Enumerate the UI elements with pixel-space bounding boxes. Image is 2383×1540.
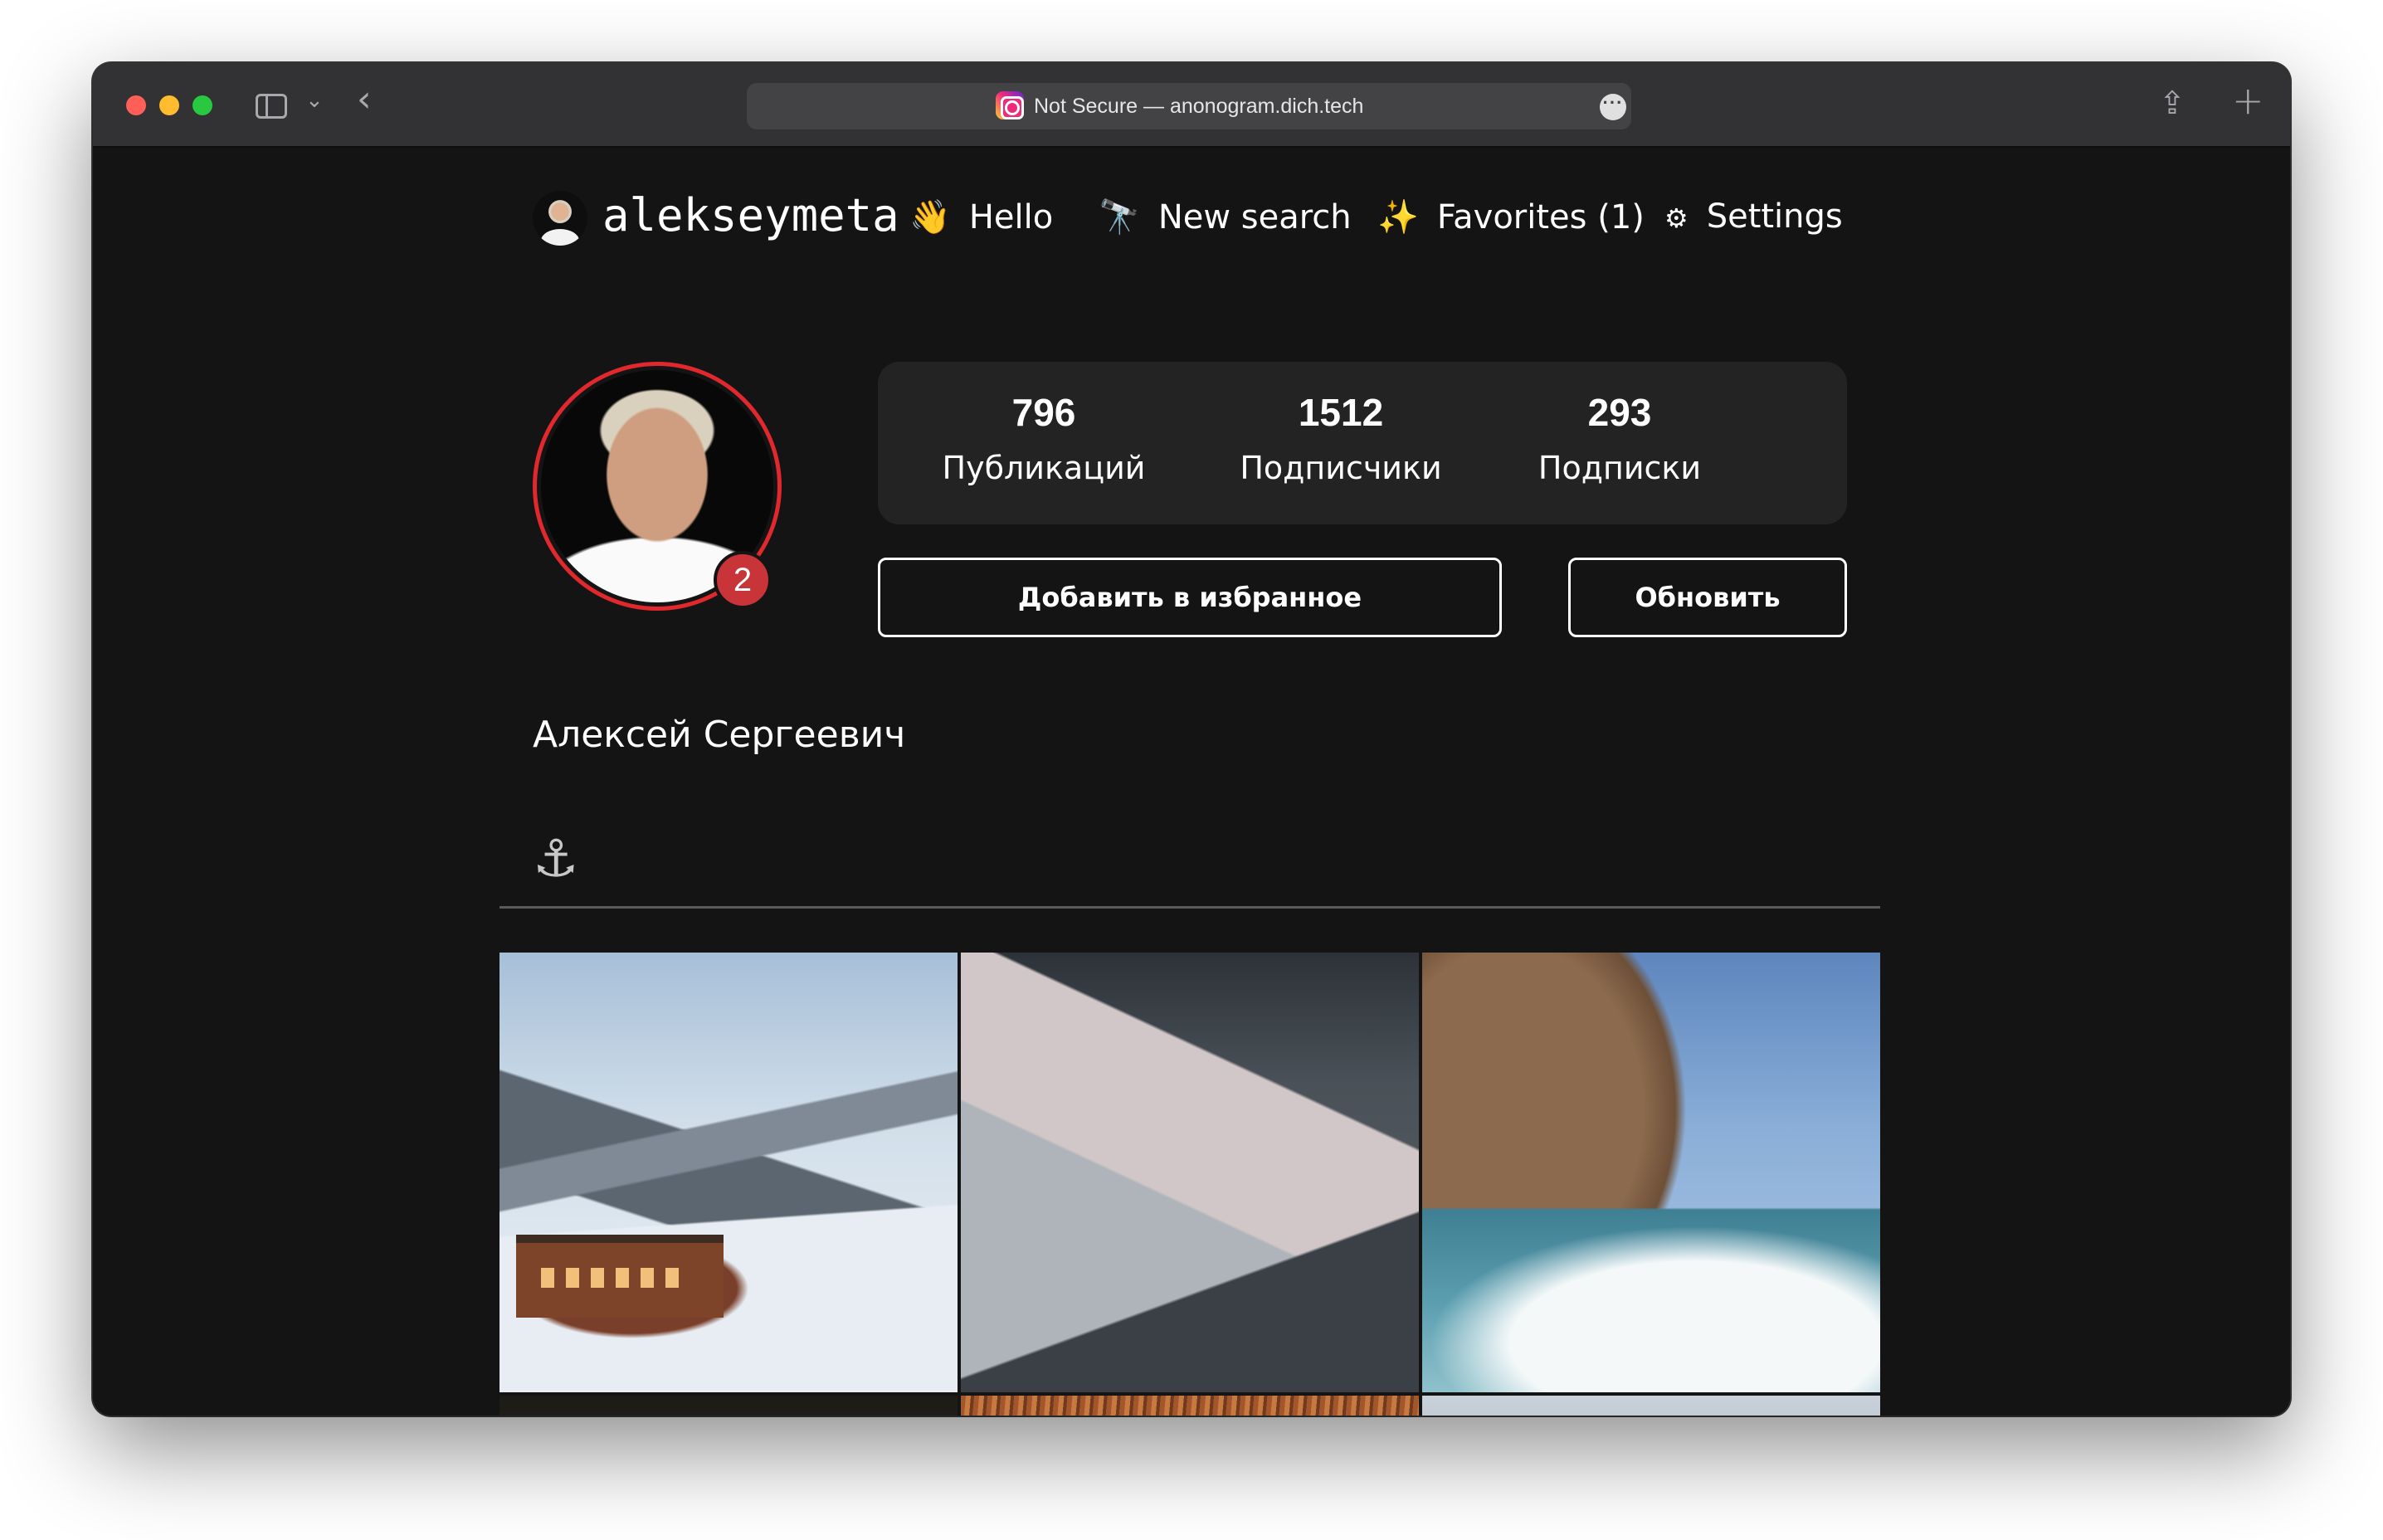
post-thumbnail[interactable] [500, 953, 958, 1392]
nav-settings[interactable]: ⚙ Settings [1664, 197, 1843, 236]
profile-full-name: Алексей Сергеевич [533, 714, 906, 756]
nav-favorites-label: Favorites (1) [1436, 198, 1645, 236]
ellipsis-icon[interactable]: ··· [1600, 94, 1626, 120]
sparkles-icon: ✨ [1377, 198, 1419, 236]
stat-following-label: Подписки [1537, 450, 1702, 486]
profile-stats: 796 Публикаций 1512 Подписчики 293 Подпи… [878, 362, 1847, 524]
anchor-icon: ⚓ [533, 828, 579, 889]
post-thumbnail[interactable] [961, 953, 1419, 1392]
stat-posts: 796 Публикаций [911, 390, 1177, 486]
refresh-button[interactable]: Обновить [1568, 558, 1847, 637]
nav-new-search[interactable]: 🔭 New search [1099, 197, 1352, 236]
waving-hand-icon: 👋 [909, 198, 951, 236]
close-window-button[interactable] [126, 95, 146, 115]
nav-new-search-label: New search [1157, 198, 1352, 236]
stat-following: 293 Подписки [1487, 390, 1752, 486]
post-thumbnail[interactable] [1422, 1396, 1880, 1416]
stories-count-badge: 2 [714, 551, 772, 609]
nav-favorites[interactable]: ✨ Favorites (1) [1377, 197, 1645, 236]
back-arrow-icon[interactable]: ‹ [357, 81, 372, 118]
sidebar-toggle-icon[interactable] [256, 94, 287, 119]
stat-following-value: 293 [1587, 391, 1652, 434]
chevron-down-icon[interactable]: ⌄ [305, 88, 324, 113]
cabin-shape [516, 1235, 724, 1318]
section-divider [500, 906, 1880, 909]
post-thumbnail[interactable] [1422, 953, 1880, 1392]
stat-posts-label: Публикаций [942, 450, 1146, 486]
nav-avatar[interactable] [533, 191, 587, 246]
telescope-icon: 🔭 [1099, 198, 1140, 236]
plus-icon[interactable]: + [2232, 78, 2264, 123]
add-to-favorites-button[interactable]: Добавить в избранное [878, 558, 1502, 637]
address-bar[interactable]: Not Secure — anonogram.dich.tech ··· [747, 83, 1631, 129]
stat-followers-value: 1512 [1298, 391, 1384, 434]
browser-titlebar: ⌄ ‹ Not Secure — anonogram.dich.tech ···… [93, 63, 2290, 148]
stat-posts-value: 796 [1011, 391, 1076, 434]
post-thumbnail[interactable] [961, 1396, 1419, 1416]
page-content: alekseymeta 👋 Hello 🔭 New search ✨ Favorite… [93, 149, 2290, 1416]
browser-window: ⌄ ‹ Not Secure — anonogram.dich.tech ···… [93, 63, 2290, 1416]
nav-hello-label: Hello [968, 198, 1054, 236]
instagram-favicon [996, 91, 1024, 119]
url-text: Not Secure — anonogram.dich.tech [1034, 95, 1364, 118]
minimize-window-button[interactable] [159, 95, 179, 115]
stat-followers: 1512 Подписчики [1208, 390, 1474, 486]
stat-followers-label: Подписчики [1240, 450, 1442, 486]
post-thumbnail[interactable] [500, 1396, 958, 1416]
nav-username[interactable]: alekseymeta [602, 189, 899, 241]
maximize-window-button[interactable] [192, 95, 212, 115]
nav-hello[interactable]: 👋 Hello [909, 197, 1053, 236]
nav-settings-label: Settings [1706, 197, 1843, 236]
gear-icon: ⚙ [1664, 202, 1689, 234]
share-icon[interactable]: ⇪ [2159, 85, 2186, 121]
posts-grid [500, 953, 1880, 1416]
